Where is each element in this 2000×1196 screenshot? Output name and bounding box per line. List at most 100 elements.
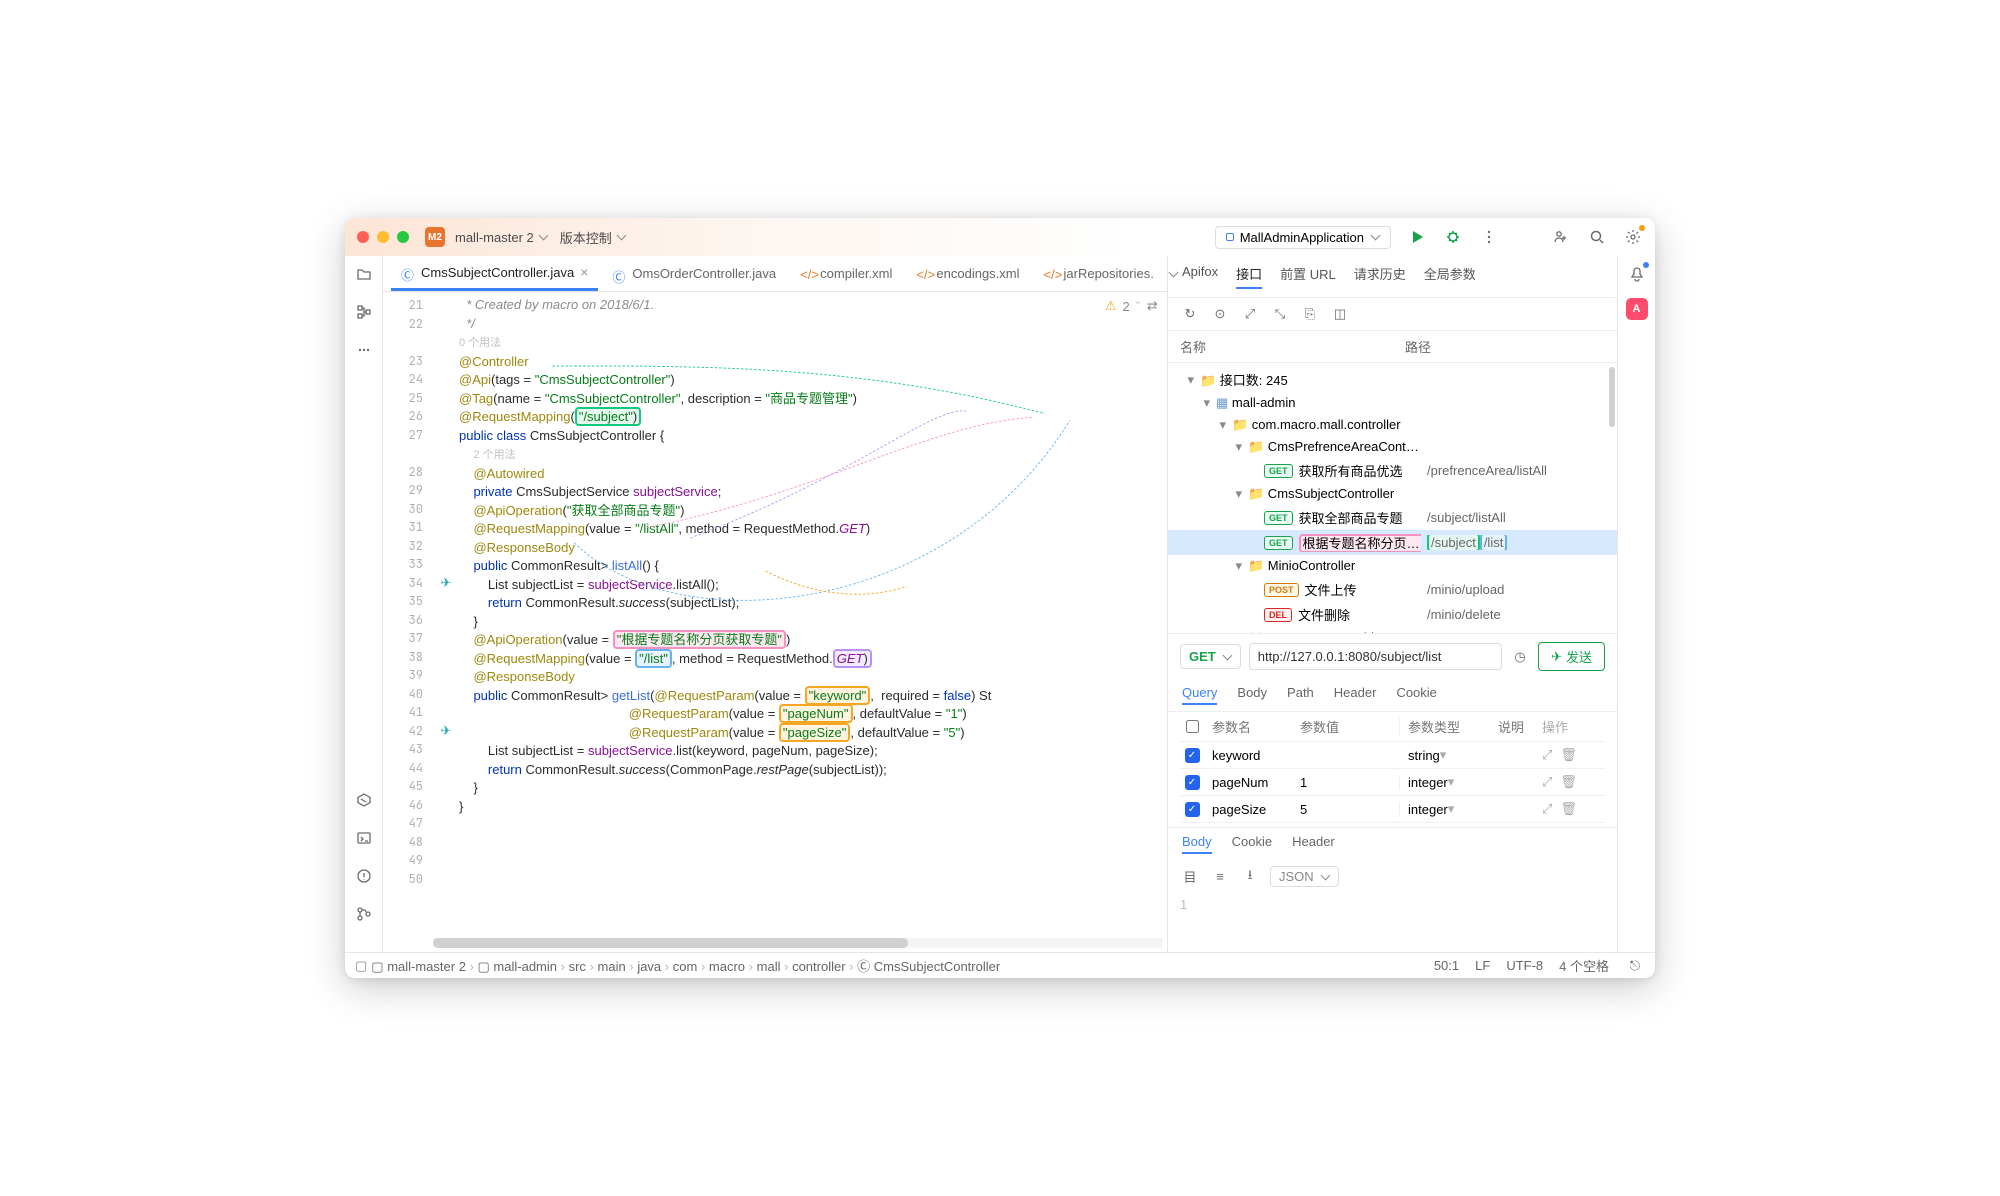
code-editor[interactable]: ⚠2 ˇ ⇅ 212223242526272829303132333435363… <box>383 292 1167 938</box>
param-value[interactable]: 1 <box>1300 775 1400 790</box>
tree-row[interactable]: GET根据专题名称分页获取商/subject/list <box>1168 530 1617 555</box>
locate-icon[interactable]: ⊙ <box>1210 304 1230 324</box>
cwm-icon[interactable] <box>1551 227 1571 247</box>
param-checkbox[interactable]: ✓ <box>1185 748 1200 763</box>
apifox-tool-icon[interactable]: A <box>1626 298 1648 320</box>
send-button[interactable]: ✈发送 <box>1538 642 1605 671</box>
tree-row[interactable]: ▾📁 OmsCompanyAddressContr <box>1168 627 1617 633</box>
tab-encodings[interactable]: </>encodings.xml <box>906 256 1029 291</box>
format-select[interactable]: JSON <box>1270 866 1339 887</box>
panel-icon[interactable]: ◫ <box>1330 304 1350 324</box>
select-all-cb[interactable] <box>1186 720 1199 733</box>
tree-row[interactable]: ▾📁 CmsSubjectController <box>1168 483 1617 505</box>
tab-compiler[interactable]: </>compiler.xml <box>790 256 902 291</box>
expand-icon[interactable]: ⤢ <box>1240 304 1260 324</box>
run-icon[interactable] <box>1407 227 1427 247</box>
tree-view-icon[interactable]: ⽬ <box>1180 867 1200 887</box>
breadcrumb-item[interactable]: java <box>637 959 661 974</box>
tree-row[interactable]: POST文件上传/minio/upload <box>1168 577 1617 602</box>
tree-scrollbar[interactable] <box>1609 367 1615 427</box>
download-icon[interactable]: ⭳ <box>1240 867 1260 887</box>
tab-header[interactable]: Header <box>1334 685 1377 705</box>
breadcrumb-item[interactable]: com <box>673 959 698 974</box>
breadcrumb-item[interactable]: Ⓒ CmsSubjectController <box>857 959 1000 974</box>
tab-omsorder[interactable]: ⒸOmsOrderController.java <box>602 256 786 291</box>
refresh-icon[interactable]: ↻ <box>1180 304 1200 324</box>
tree-row[interactable]: ▾📁 接口数: 245 <box>1168 367 1617 392</box>
run-config-selector[interactable]: MallAdminApplication <box>1215 226 1391 249</box>
tree-row[interactable]: GET获取全部商品专题/subject/listAll <box>1168 505 1617 530</box>
tab-query[interactable]: Query <box>1182 685 1217 705</box>
tree-row[interactable]: DEL文件删除/minio/delete <box>1168 602 1617 627</box>
tab-history[interactable]: 请求历史 <box>1354 264 1406 289</box>
lock-icon[interactable]: ⎋ <box>1625 956 1645 976</box>
tab-interfaces[interactable]: 接口 <box>1236 264 1262 289</box>
chevron-down-icon[interactable] <box>1168 269 1178 279</box>
api-gutter-icon[interactable]: ✈ <box>433 722 459 741</box>
history-icon[interactable]: ◷ <box>1510 647 1530 667</box>
inspection-widget[interactable]: ⚠2 ˇ ⇅ <box>1105 298 1157 314</box>
tab-cookie[interactable]: Cookie <box>1396 685 1436 705</box>
collapse-icon[interactable]: ⤡ <box>1270 304 1290 324</box>
tab-jarrepo[interactable]: </>jarRepositories. <box>1034 256 1164 291</box>
expand-icon[interactable]: ⤢ <box>1542 747 1552 763</box>
more-icon[interactable] <box>1479 227 1499 247</box>
expand-icon[interactable]: ⤢ <box>1542 801 1552 817</box>
settings-icon[interactable] <box>1623 227 1643 247</box>
tab-prefix-url[interactable]: 前置 URL <box>1280 264 1336 289</box>
param-checkbox[interactable]: ✓ <box>1185 802 1200 817</box>
git-icon[interactable] <box>354 904 374 924</box>
tab-body[interactable]: Body <box>1237 685 1267 705</box>
breadcrumb-item[interactable]: mall <box>757 959 781 974</box>
delete-icon[interactable]: 🗑 <box>1560 774 1577 790</box>
resp-tab-header[interactable]: Header <box>1292 834 1335 854</box>
breadcrumb[interactable]: ▢ mall-master 2 › ▢ mall-admin › src › m… <box>371 956 1000 975</box>
url-input[interactable]: http://127.0.0.1:8080/subject/list <box>1249 643 1502 670</box>
resp-tab-cookie[interactable]: Cookie <box>1232 834 1272 854</box>
notifications-icon[interactable] <box>1627 264 1647 284</box>
more-tool-icon[interactable] <box>354 340 374 360</box>
method-select[interactable]: GET <box>1180 644 1241 669</box>
minimize-window[interactable] <box>377 231 389 243</box>
param-type[interactable]: integer ▾ <box>1408 774 1490 790</box>
expand-icon[interactable]: ⤢ <box>1542 774 1552 790</box>
param-name[interactable]: keyword <box>1212 748 1292 763</box>
tree-row[interactable]: ▾📁 CmsPrefrenceAreaControlle <box>1168 436 1617 458</box>
services-icon[interactable] <box>354 790 374 810</box>
resp-tab-body[interactable]: Body <box>1182 834 1212 854</box>
close-window[interactable] <box>357 231 369 243</box>
param-name[interactable]: pageNum <box>1212 775 1292 790</box>
breadcrumb-item[interactable]: ▢ mall-admin <box>478 959 557 974</box>
param-name[interactable]: pageSize <box>1212 802 1292 817</box>
delete-icon[interactable]: 🗑 <box>1560 747 1577 763</box>
tab-path[interactable]: Path <box>1287 685 1314 705</box>
breadcrumb-item[interactable]: src <box>569 959 586 974</box>
breadcrumb-item[interactable]: main <box>598 959 626 974</box>
param-type[interactable]: string ▾ <box>1408 747 1490 763</box>
maximize-window[interactable] <box>397 231 409 243</box>
caret-pos[interactable]: 50:1 <box>1434 958 1459 973</box>
debug-icon[interactable] <box>1443 227 1463 247</box>
project-tool-icon[interactable] <box>354 264 374 284</box>
encoding[interactable]: UTF-8 <box>1506 958 1543 973</box>
problems-icon[interactable] <box>354 866 374 886</box>
tree-row[interactable]: GET获取所有商品优选/prefrenceArea/listAll <box>1168 458 1617 483</box>
indent[interactable]: 4 个空格 <box>1559 956 1609 975</box>
tree-row[interactable]: ▾▦ mall-admin <box>1168 392 1617 414</box>
breadcrumb-item[interactable]: macro <box>709 959 745 974</box>
structure-tool-icon[interactable] <box>354 302 374 322</box>
vcs-menu[interactable]: 版本控制 <box>558 224 628 251</box>
editor-h-scrollbar[interactable] <box>433 938 1163 948</box>
param-type[interactable]: integer ▾ <box>1408 801 1490 817</box>
breadcrumb-item[interactable]: controller <box>792 959 845 974</box>
tab-apifox[interactable]: Apifox <box>1182 264 1218 289</box>
tree-row[interactable]: ▾📁 MinioController <box>1168 555 1617 577</box>
api-gutter-icon[interactable]: ✈ <box>433 574 459 593</box>
response-body[interactable]: 1 <box>1168 893 1617 952</box>
terminal-icon[interactable] <box>354 828 374 848</box>
line-ending[interactable]: LF <box>1475 958 1490 973</box>
tree-row[interactable]: ▾📁 com.macro.mall.controller <box>1168 414 1617 436</box>
tab-global-params[interactable]: 全局参数 <box>1424 264 1476 289</box>
project-selector[interactable]: mall-master 2 <box>453 226 550 249</box>
wrap-icon[interactable]: ≡ <box>1210 867 1230 887</box>
